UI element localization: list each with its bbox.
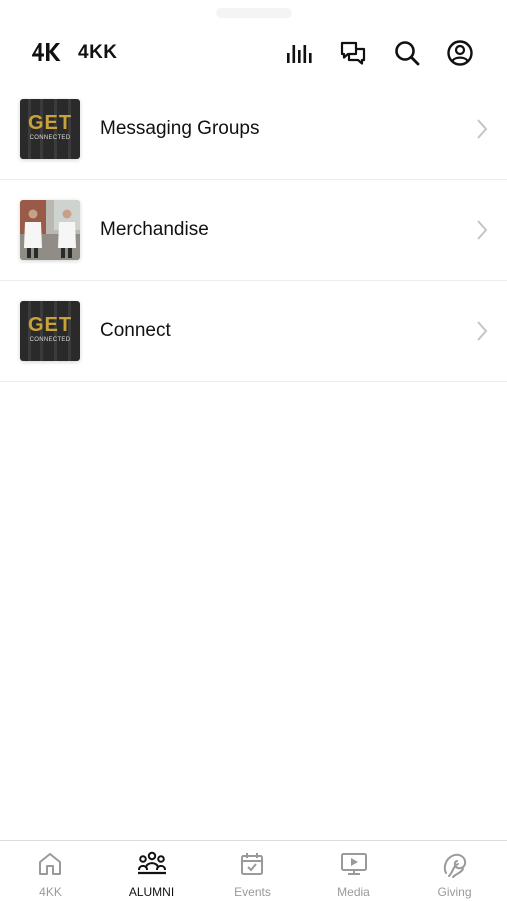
menu-list: GET CONNECTED Messaging Groups Merchandi… (0, 79, 507, 382)
tab-label: Events (234, 885, 271, 899)
search-icon[interactable] (392, 38, 422, 68)
tab-media[interactable]: Media (303, 841, 404, 901)
list-item-messaging-groups[interactable]: GET CONNECTED Messaging Groups (0, 79, 507, 180)
tab-alumni[interactable]: ALUMNI (101, 841, 202, 901)
tab-label: Giving (437, 885, 472, 899)
calendar-icon (241, 853, 263, 875)
merchandise-thumbnail (20, 200, 80, 260)
play-screen-icon (341, 853, 367, 875)
tab-label: 4KK (39, 885, 62, 899)
tab-4kk[interactable]: 4KK (0, 841, 101, 901)
home-icon (39, 853, 61, 875)
people-group-icon (138, 851, 166, 875)
status-indicator (216, 8, 292, 18)
app-header: 4KK (0, 26, 507, 82)
chat-bubbles-icon[interactable] (338, 38, 368, 68)
chevron-right-icon (477, 119, 488, 139)
app-logo[interactable] (30, 40, 64, 64)
chevron-right-icon (477, 321, 488, 341)
app-title: 4KK (78, 42, 118, 63)
list-item-merchandise[interactable]: Merchandise (0, 180, 507, 281)
tab-label: Media (337, 885, 370, 899)
status-bar (0, 0, 507, 26)
get-connected-thumbnail: GET CONNECTED (20, 301, 80, 361)
list-item-label: Messaging Groups (100, 118, 260, 139)
tab-label: ALUMNI (128, 885, 175, 899)
bars-chart-icon[interactable] (284, 38, 314, 68)
giving-icon (443, 853, 467, 878)
list-item-connect[interactable]: GET CONNECTED Connect (0, 281, 507, 382)
bottom-tab-bar: 4KK ALUMNI Events Media Giving (0, 840, 507, 901)
profile-icon[interactable] (445, 38, 475, 68)
tab-giving[interactable]: Giving (404, 841, 505, 901)
list-item-label: Connect (100, 320, 171, 341)
tab-events[interactable]: Events (202, 841, 303, 901)
chevron-right-icon (477, 220, 488, 240)
list-item-label: Merchandise (100, 219, 209, 240)
get-connected-thumbnail: GET CONNECTED (20, 99, 80, 159)
